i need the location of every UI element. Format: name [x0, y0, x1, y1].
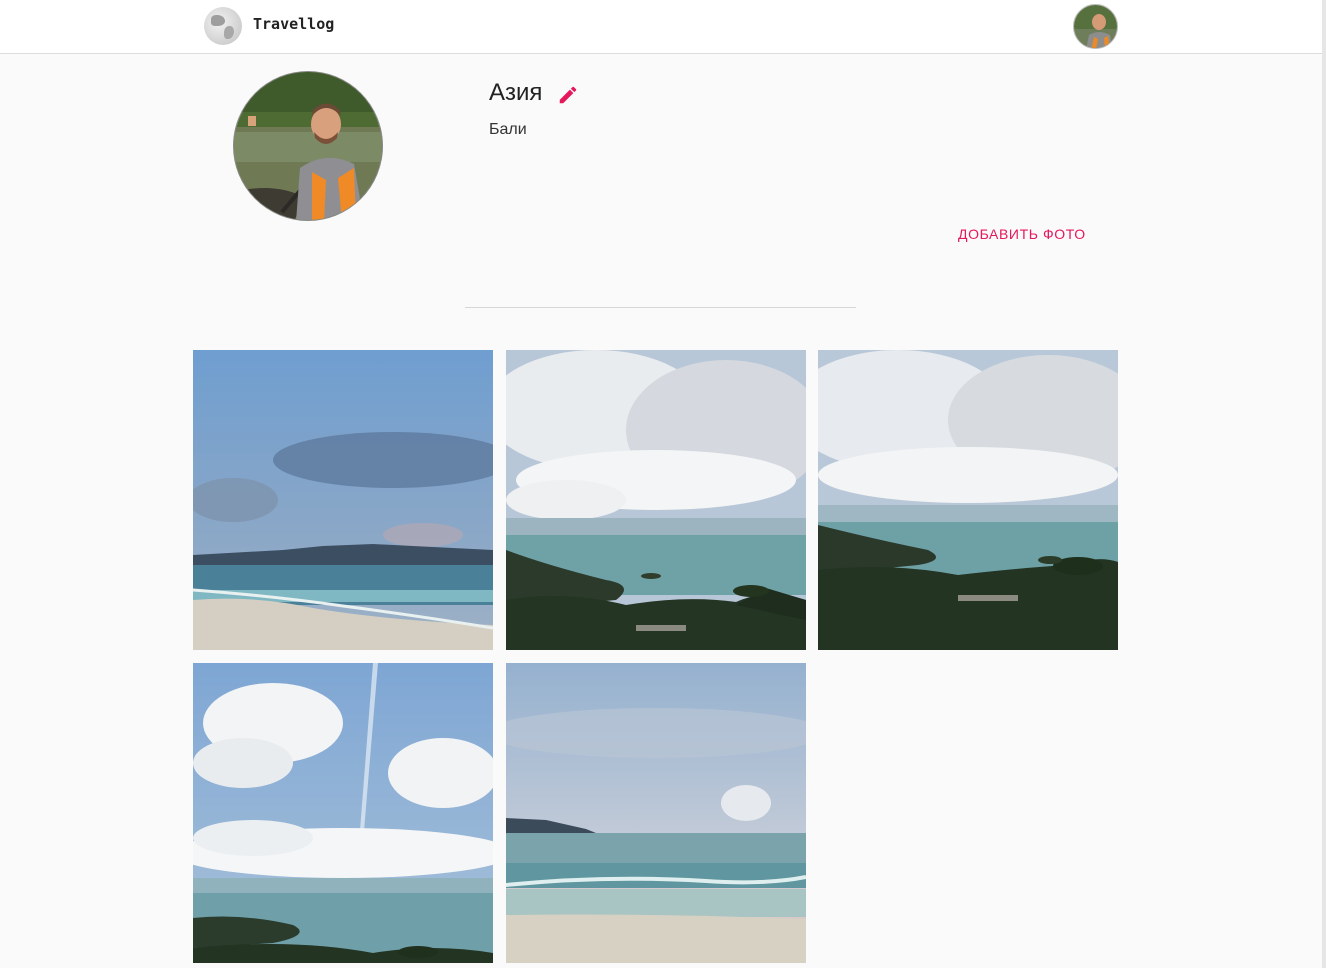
photo-thumbnail[interactable] [506, 663, 806, 963]
app-logo-text[interactable]: Travellog [253, 15, 334, 33]
divider [465, 307, 856, 308]
user-avatar[interactable] [1073, 4, 1118, 49]
photo-thumbnail[interactable] [193, 350, 493, 650]
album-description: Бали [489, 121, 527, 138]
photo-thumbnail[interactable] [818, 350, 1118, 650]
add-photo-button[interactable]: ДОБАВИТЬ ФОТО [958, 226, 1086, 242]
pencil-icon[interactable] [557, 84, 579, 106]
album-title: Азия [489, 79, 543, 106]
top-bar: Travellog [0, 0, 1322, 54]
globe-icon[interactable] [204, 7, 242, 45]
photo-thumbnail[interactable] [506, 350, 806, 650]
profile-avatar [233, 71, 383, 221]
scrollbar[interactable] [1322, 0, 1326, 968]
photo-thumbnail[interactable] [193, 663, 493, 963]
